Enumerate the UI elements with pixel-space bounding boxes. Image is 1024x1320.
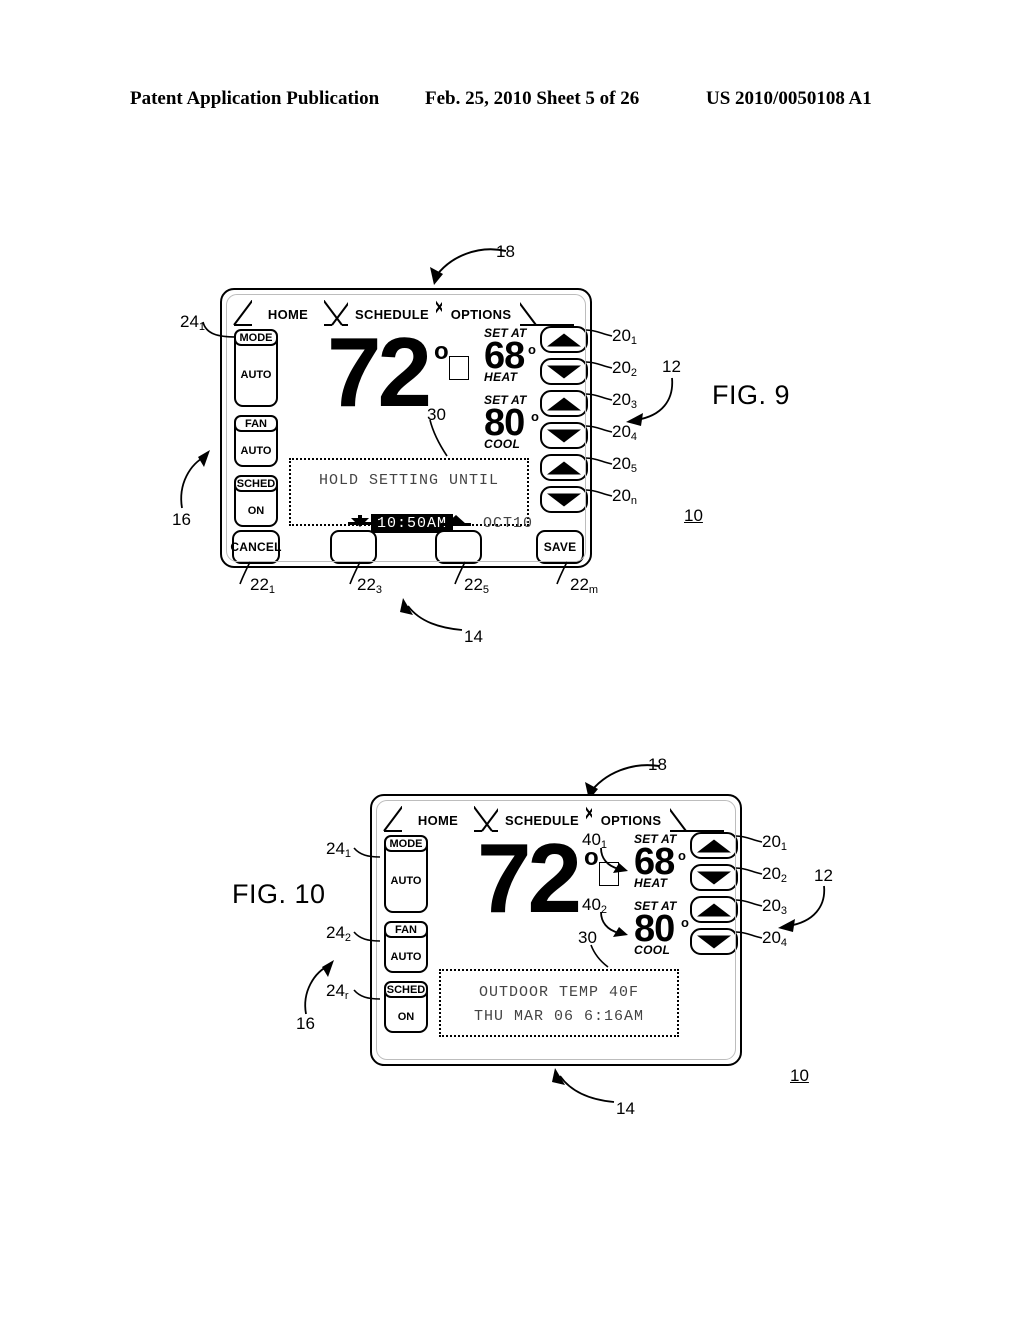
mode-indicator-box-fig10 xyxy=(599,862,619,886)
lcd-message-window-fig10: OUTDOOR TEMP 40F THU MAR 06 6:16AM xyxy=(439,969,679,1037)
triangle-down-icon xyxy=(697,935,731,948)
setpoint-cool-degree: o xyxy=(681,915,689,930)
side-button-mode-cap: MODE xyxy=(384,835,428,852)
setpoint-heat-degree: o xyxy=(678,848,686,863)
ref-40-num: 40 xyxy=(582,895,601,914)
ref-20-1-fig10: 201 xyxy=(762,832,788,853)
tab-options-label: OPTIONS xyxy=(450,306,512,322)
ref-24-sub: 2 xyxy=(344,932,352,944)
ref-20-2-fig10: 202 xyxy=(762,864,788,885)
ref-20-sub: 2 xyxy=(780,873,788,885)
side-button-column-fig10: MODE AUTO FAN AUTO SCHED ON xyxy=(382,833,430,1033)
tab-home-label: HOME xyxy=(417,812,459,828)
ref-20-sub: 4 xyxy=(780,937,788,949)
ref-16-fig10: 16 xyxy=(296,1014,315,1033)
side-button-sched-cap: SCHED xyxy=(234,475,278,492)
ref-24-num: 24 xyxy=(326,923,345,942)
ref-40-2-fig10: 402 xyxy=(582,895,608,916)
ref-40-num: 40 xyxy=(582,830,601,849)
current-temperature-fig10: 72 xyxy=(477,823,582,933)
ref-20-3-fig10: 203 xyxy=(762,896,788,917)
ref-24-2-fig10: 242 xyxy=(326,923,352,944)
ref-18-fig10: 18 xyxy=(648,755,667,774)
tab-schedule-label: SCHEDULE xyxy=(505,812,579,828)
triangle-down-icon xyxy=(697,871,731,884)
ref-10-fig10: 10 xyxy=(790,1066,809,1085)
thermostat-housing-fig10: HOME SCHEDULE OPTIONS MODE AUTO FAN AUTO… xyxy=(370,794,742,1066)
ref-24-num: 24 xyxy=(326,981,345,1000)
arrow-button-up-3-fig10[interactable] xyxy=(690,896,738,923)
side-button-fan-cap: FAN xyxy=(384,921,428,938)
ref-24-num: 24 xyxy=(326,839,345,858)
ref-20-4-fig10: 204 xyxy=(762,928,788,949)
side-button-fan-value: AUTO xyxy=(390,951,422,963)
triangle-up-icon xyxy=(697,839,731,852)
arrow-button-down-4-fig10[interactable] xyxy=(690,928,738,955)
side-button-sched-value: ON xyxy=(397,1011,415,1023)
tab-options-label: OPTIONS xyxy=(600,812,662,828)
side-button-mode-value: AUTO xyxy=(390,875,422,887)
ref-20-num: 20 xyxy=(762,928,781,947)
side-button-fan-cap: FAN xyxy=(234,415,278,432)
side-button-sched-cap: SCHED xyxy=(384,981,428,998)
triangle-up-icon xyxy=(697,903,731,916)
ref-30-fig10: 30 xyxy=(578,928,597,947)
arrow-button-up-1-fig10[interactable] xyxy=(690,832,738,859)
side-button-sched-fig10[interactable]: SCHED ON xyxy=(384,981,428,1033)
tab-home-fig10[interactable]: HOME xyxy=(402,806,474,834)
ref-20-sub: 3 xyxy=(780,905,788,917)
ref-20-sub: 1 xyxy=(780,841,788,853)
lcd-line-1-fig10: OUTDOOR TEMP 40F xyxy=(478,984,640,1001)
arrow-button-down-2-fig10[interactable] xyxy=(690,864,738,891)
tab-home-label: HOME xyxy=(267,306,309,322)
ref-14-fig10: 14 xyxy=(616,1099,635,1118)
ref-24-sub: r xyxy=(344,990,349,1002)
ref-24-r-fig10: 24r xyxy=(326,981,349,1002)
ref-40-sub: 2 xyxy=(600,904,608,916)
ref-40-1-fig10: 401 xyxy=(582,830,608,851)
ref-12-fig10: 12 xyxy=(814,866,833,885)
ref-24-1-fig10: 241 xyxy=(326,839,352,860)
side-button-fan-fig10[interactable]: FAN AUTO xyxy=(384,921,428,973)
ref-20-num: 20 xyxy=(762,864,781,883)
ref-24-sub: 1 xyxy=(344,848,352,860)
side-button-mode-cap: MODE xyxy=(234,329,278,346)
side-button-mode-fig10[interactable]: MODE AUTO xyxy=(384,835,428,913)
ref-20-num: 20 xyxy=(762,896,781,915)
lcd-line-2-fig10: THU MAR 06 6:16AM xyxy=(473,1008,645,1025)
tab-schedule-label: SCHEDULE xyxy=(355,306,429,322)
figure-10: 18 FIG. 10 10 HOME SCHEDULE OPTIONS MODE… xyxy=(0,0,1024,1320)
figure-10-label: FIG. 10 xyxy=(232,879,326,909)
arrow-button-column-fig10 xyxy=(690,832,740,962)
leader-14-fig10 xyxy=(552,1068,615,1103)
ref-20-num: 20 xyxy=(762,832,781,851)
ref-40-sub: 1 xyxy=(600,839,608,851)
